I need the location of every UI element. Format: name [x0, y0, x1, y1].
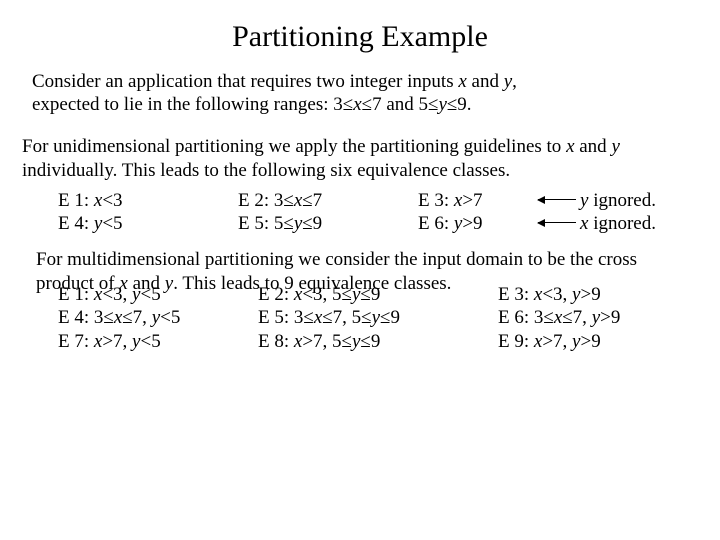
eq-row: E 4: 3≤x≤7, y<5 E 5: 3≤x≤7, 5≤y≤9 E 6: 3… [58, 306, 692, 330]
var-y: y [438, 94, 446, 115]
var: x [554, 307, 562, 328]
t: , [512, 71, 517, 92]
var-y: y [504, 71, 512, 92]
t: E 2: [258, 284, 294, 305]
t: ignored. [588, 213, 656, 234]
t: >9 [580, 284, 600, 305]
var-x: x [566, 136, 579, 157]
t: E 5: 5≤ [238, 213, 294, 234]
t: ignored. [588, 190, 656, 211]
t: ≤9. [447, 94, 472, 115]
t: >7, [542, 331, 572, 352]
t: and [579, 136, 611, 157]
intro-text: Consider an application that requires tw… [32, 70, 688, 118]
t: >9 [462, 213, 482, 234]
t: ≤7 and 5≤ [362, 94, 439, 115]
t: E 4: [58, 213, 94, 234]
t: ≤9 [302, 213, 322, 234]
t: E 8: [258, 331, 294, 352]
t: E 7: [58, 331, 94, 352]
t: ≤7, [122, 307, 151, 328]
t: E 6: 3≤ [498, 307, 554, 328]
arrow-left-icon [538, 222, 576, 223]
t: <3, [102, 284, 132, 305]
eq-row: E 1: x<3, y<5 E 2: x<3, 5≤y≤9 E 3: x<3, … [58, 283, 692, 307]
t: ≤9 [360, 284, 380, 305]
t: >7, [102, 331, 132, 352]
t: >7, 5≤ [302, 331, 352, 352]
t: Consider an application that requires tw… [32, 71, 458, 92]
t: E 6: [418, 213, 454, 234]
slide-title: Partitioning Example [22, 18, 698, 56]
var: y [372, 307, 380, 328]
t: <3, 5≤ [302, 284, 352, 305]
t: >7 [462, 190, 482, 211]
var: y [152, 307, 160, 328]
t: For unidimensional partitioning we apply… [22, 136, 566, 157]
t: E 3: [498, 284, 534, 305]
var: y [294, 213, 302, 234]
multi-section: For multidimensional partitioning we con… [36, 248, 692, 354]
var: x [294, 190, 302, 211]
var: y [592, 307, 600, 328]
t: E 5: 3≤ [258, 307, 314, 328]
var-x: x [353, 94, 361, 115]
multi-classes: E 1: x<3, y<5 E 2: x<3, 5≤y≤9 E 3: x<3, … [36, 283, 692, 354]
t: <5 [102, 213, 122, 234]
eq-row: E 1: x<3 E 2: 3≤x≤7 E 3: x>7 y ignored. [58, 189, 698, 213]
var: x [114, 307, 122, 328]
t: E 3: [418, 190, 454, 211]
t: and [467, 71, 504, 92]
t: ≤7, [562, 307, 591, 328]
eq-row: E 7: x>7, y<5 E 8: x>7, 5≤y≤9 E 9: x>7, … [58, 330, 692, 354]
t: >9 [580, 331, 600, 352]
t: ≤9 [380, 307, 400, 328]
var: x [314, 307, 322, 328]
t: E 4: 3≤ [58, 307, 114, 328]
t: E 2: 3≤ [238, 190, 294, 211]
var-y: y [611, 136, 619, 157]
t: <5 [160, 307, 180, 328]
t: ≤7 [302, 190, 322, 211]
arrow-left-icon [538, 199, 576, 200]
t: individually. This leads to the followin… [22, 160, 510, 181]
var-x: x [458, 71, 466, 92]
t: E 1: [58, 190, 94, 211]
uni-text: For unidimensional partitioning we apply… [22, 135, 698, 183]
t: <5 [140, 331, 160, 352]
t: <5 [140, 284, 160, 305]
t: >9 [600, 307, 620, 328]
t: E 1: [58, 284, 94, 305]
t: expected to lie in the following ranges:… [32, 94, 353, 115]
t: ≤7, 5≤ [322, 307, 371, 328]
eq-row: E 4: y<5 E 5: 5≤y≤9 E 6: y>9 x ignored. [58, 212, 698, 236]
t: ≤9 [360, 331, 380, 352]
t: <3 [102, 190, 122, 211]
t: E 9: [498, 331, 534, 352]
t: <3, [542, 284, 572, 305]
uni-classes: E 1: x<3 E 2: 3≤x≤7 E 3: x>7 y ignored. … [22, 189, 698, 237]
